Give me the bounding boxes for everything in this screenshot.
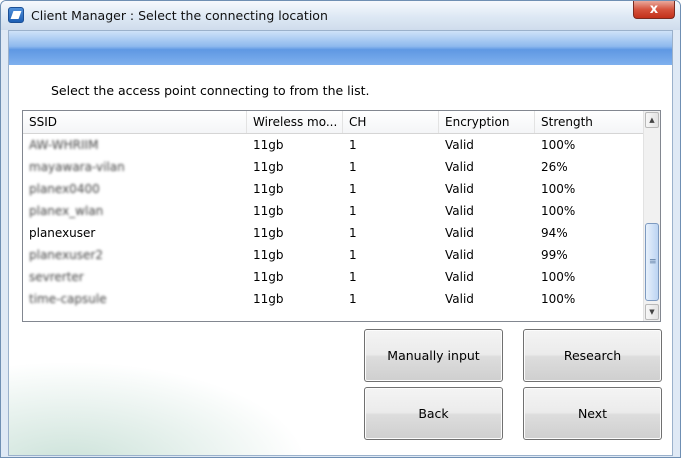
column-header-ssid[interactable]: SSID: [23, 111, 247, 133]
cell-strength: 100%: [541, 292, 576, 306]
column-header-strength[interactable]: Strength: [535, 111, 645, 133]
title-bar[interactable]: Client Manager : Select the connecting l…: [1, 1, 680, 30]
cell-strength: 26%: [541, 160, 568, 174]
cell-ssid: sevrerter: [29, 270, 84, 284]
dialog-content: Select the access point connecting to fr…: [8, 30, 673, 456]
cell-wireless-mode: 11gb: [253, 138, 284, 152]
cell-ssid: planex0400: [29, 182, 100, 196]
close-button[interactable]: x: [633, 1, 675, 19]
cell-wireless-mode: 11gb: [253, 248, 284, 262]
cell-encryption: Valid: [445, 270, 474, 284]
decorative-background: [9, 361, 309, 455]
vertical-scrollbar[interactable]: ▲ ≡ ▼: [643, 111, 660, 321]
cell-encryption: Valid: [445, 226, 474, 240]
grip-icon: ≡: [649, 257, 657, 267]
cell-encryption: Valid: [445, 248, 474, 262]
scrollbar-thumb[interactable]: ≡: [645, 223, 659, 301]
column-header-ch[interactable]: CH: [343, 111, 439, 133]
table-row[interactable]: planex0400 11gb 1 Valid 100%: [23, 178, 645, 200]
table-row[interactable]: sevrerter 11gb 1 Valid 100%: [23, 266, 645, 288]
instruction-text: Select the access point connecting to fr…: [51, 83, 370, 98]
cell-wireless-mode: 11gb: [253, 182, 284, 196]
cell-ch: 1: [349, 270, 357, 284]
window-title: Client Manager : Select the connecting l…: [31, 8, 328, 23]
table-row[interactable]: planex_wlan 11gb 1 Valid 100%: [23, 200, 645, 222]
cell-ch: 1: [349, 182, 357, 196]
cell-strength: 100%: [541, 138, 576, 152]
header-banner: [9, 31, 672, 65]
manually-input-button[interactable]: Manually input: [364, 329, 503, 382]
cell-ssid: planexuser2: [29, 248, 103, 262]
client-manager-window: Client Manager : Select the connecting l…: [0, 0, 681, 458]
cell-wireless-mode: 11gb: [253, 204, 284, 218]
cell-encryption: Valid: [445, 292, 474, 306]
cell-ch: 1: [349, 138, 357, 152]
back-button[interactable]: Back: [364, 387, 503, 440]
table-row[interactable]: time-capsule 11gb 1 Valid 100%: [23, 288, 645, 310]
cell-wireless-mode: 11gb: [253, 270, 284, 284]
table-row[interactable]: planexuser2 11gb 1 Valid 99%: [23, 244, 645, 266]
cell-strength: 94%: [541, 226, 568, 240]
cell-encryption: Valid: [445, 138, 474, 152]
table-row[interactable]: AW-WHRIIM 11gb 1 Valid 100%: [23, 134, 645, 156]
cell-ch: 1: [349, 248, 357, 262]
cell-ssid: time-capsule: [29, 292, 107, 306]
list-rows: AW-WHRIIM 11gb 1 Valid 100% mayawara-vilan 11g…: [23, 134, 645, 310]
research-button[interactable]: Research: [523, 329, 662, 382]
list-header: SSID Wireless mo... CH Encryption Streng…: [23, 111, 645, 134]
cell-encryption: Valid: [445, 204, 474, 218]
cell-ch: 1: [349, 204, 357, 218]
cell-wireless-mode: 11gb: [253, 160, 284, 174]
access-point-list[interactable]: SSID Wireless mo... CH Encryption Streng…: [22, 110, 661, 322]
cell-ssid: AW-WHRIIM: [29, 138, 99, 152]
cell-ssid: planexuser: [29, 226, 96, 240]
column-header-wireless-mode[interactable]: Wireless mo...: [247, 111, 343, 133]
cell-strength: 100%: [541, 270, 576, 284]
cell-wireless-mode: 11gb: [253, 292, 284, 306]
cell-ch: 1: [349, 160, 357, 174]
cell-strength: 100%: [541, 204, 576, 218]
cell-ssid: mayawara-vilan: [29, 160, 125, 174]
cell-encryption: Valid: [445, 182, 474, 196]
cell-encryption: Valid: [445, 160, 474, 174]
cell-ch: 1: [349, 292, 357, 306]
cell-wireless-mode: 11gb: [253, 226, 284, 240]
table-row[interactable]: planexuser 11gb 1 Valid 94%: [23, 222, 645, 244]
table-row[interactable]: mayawara-vilan 11gb 1 Valid 26%: [23, 156, 645, 178]
next-button[interactable]: Next: [523, 387, 662, 440]
cell-ssid: planex_wlan: [29, 204, 104, 218]
cell-strength: 99%: [541, 248, 568, 262]
column-header-encryption[interactable]: Encryption: [439, 111, 535, 133]
scroll-down-arrow-icon[interactable]: ▼: [645, 304, 659, 320]
scroll-up-arrow-icon[interactable]: ▲: [645, 112, 659, 128]
cell-ch: 1: [349, 226, 357, 240]
cell-strength: 100%: [541, 182, 576, 196]
app-icon: [8, 7, 24, 23]
